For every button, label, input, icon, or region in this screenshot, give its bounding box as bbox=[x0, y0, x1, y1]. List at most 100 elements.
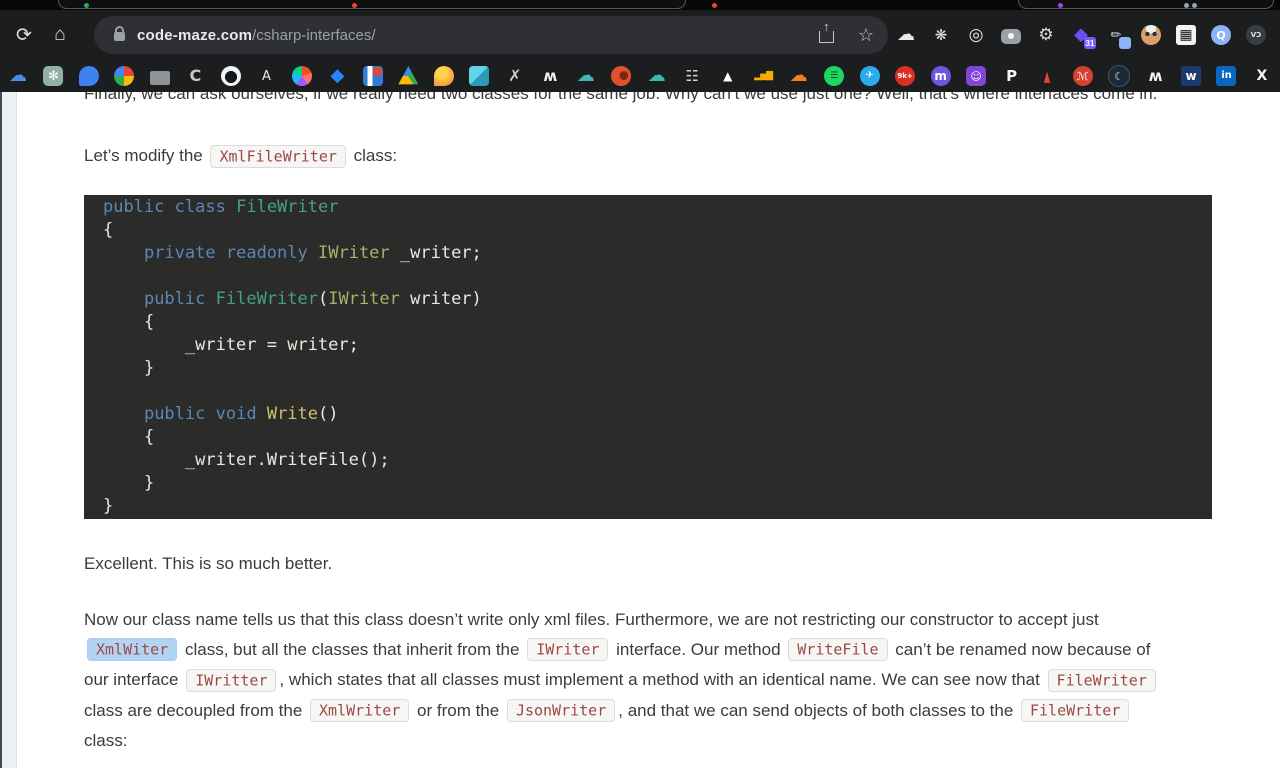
mastodon-bookmark-icon[interactable]: m bbox=[931, 66, 951, 86]
profile-vd-ext-icon[interactable]: VƆ bbox=[1246, 25, 1266, 45]
teal-cloud-bookmark-icon-glyph: ☁ bbox=[577, 67, 595, 85]
x-logo-bookmark-icon[interactable]: X bbox=[1252, 66, 1272, 86]
inline-code: IWritter bbox=[186, 669, 276, 692]
a-letter-bookmark-icon[interactable]: A bbox=[256, 66, 276, 86]
lock-icon[interactable] bbox=[114, 32, 125, 41]
cloud-sync-bookmark-icon[interactable]: ☁ bbox=[8, 66, 28, 86]
arcs-logo-bookmark-icon[interactable]: ʍ bbox=[540, 66, 560, 86]
url-host: code-maze.com bbox=[137, 27, 252, 44]
inline-code: WriteFile bbox=[788, 638, 887, 661]
teal-cloud-bookmark-icon[interactable]: ☁ bbox=[576, 66, 596, 86]
vercel-bookmark-icon[interactable]: ▲ bbox=[718, 66, 738, 86]
address-bar[interactable]: code-maze.com/csharp-interfaces/ ☆ bbox=[94, 16, 888, 54]
search-ext-icon[interactable]: Q bbox=[1211, 25, 1231, 45]
inline-code: FileWriter bbox=[1021, 699, 1129, 722]
linkedin-bookmark-icon-glyph: in bbox=[1221, 71, 1232, 81]
bookmark-star-icon[interactable]: ☆ bbox=[858, 26, 874, 44]
code-line: } bbox=[103, 495, 1212, 518]
purple-chat-bookmark-icon[interactable]: ☺ bbox=[966, 66, 986, 86]
medium-m-bookmark-icon[interactable]: ℳ bbox=[1073, 66, 1093, 86]
figma-bookmark-icon[interactable] bbox=[292, 66, 312, 86]
github-bookmark-icon[interactable] bbox=[221, 66, 241, 86]
analytics-bookmark-icon[interactable]: ▂▅▇ bbox=[753, 66, 773, 86]
browser-tab[interactable] bbox=[58, 0, 686, 9]
purple-chat-bookmark-icon-glyph: ☺ bbox=[970, 71, 981, 82]
drop-bookmark-icon[interactable] bbox=[434, 66, 454, 86]
arcs-logo-bookmark-icon-glyph: ʍ bbox=[543, 69, 557, 84]
inline-code: XmlWriter bbox=[310, 699, 409, 722]
calendar-ext-icon[interactable]: ◆31 bbox=[1071, 25, 1091, 45]
p-logo-bookmark-icon-glyph: P bbox=[1006, 69, 1017, 84]
reload-icon: ⟳ bbox=[16, 24, 32, 47]
react-ext-icon-glyph: ❋ bbox=[935, 28, 948, 43]
chatgpt-bookmark-icon[interactable]: ✻ bbox=[43, 66, 63, 86]
jira-bookmark-icon-glyph: ◆ bbox=[330, 67, 344, 85]
9k-badge-bookmark-icon[interactable]: 9k+ bbox=[895, 66, 915, 86]
cloudflare-bookmark-icon[interactable]: ☁ bbox=[789, 66, 809, 86]
code-line bbox=[103, 380, 1212, 403]
telegram-bookmark-icon-glyph: ✈ bbox=[865, 71, 873, 81]
pac-circle-bookmark-icon[interactable] bbox=[611, 66, 631, 86]
mastodon-bookmark-icon-glyph: m bbox=[934, 70, 947, 82]
target-circles-ext-icon[interactable]: ◎ bbox=[966, 25, 986, 45]
drive-bookmark-icon[interactable] bbox=[398, 66, 418, 86]
cloudflare-bookmark-icon-glyph: ☁ bbox=[790, 67, 808, 85]
code-line: _writer = writer; bbox=[103, 334, 1212, 357]
share-icon[interactable] bbox=[819, 31, 834, 43]
chatgpt-bookmark-icon-glyph: ✻ bbox=[48, 70, 59, 83]
cube-bookmark-icon[interactable] bbox=[469, 66, 489, 86]
telegram-bookmark-icon[interactable]: ✈ bbox=[860, 66, 880, 86]
w-square-bookmark-icon[interactable]: w bbox=[1181, 66, 1201, 86]
modify-paragraph: Let’s modify the XmlFileWriter class: bbox=[84, 141, 1212, 172]
face-ext-icon[interactable] bbox=[1141, 25, 1161, 45]
code-line: } bbox=[103, 472, 1212, 495]
analytics-bookmark-icon-glyph: ▂▅▇ bbox=[754, 72, 772, 81]
radio-tower-bookmark-icon-glyph: ▲ bbox=[1044, 69, 1050, 84]
arcs-logo2-bookmark-icon[interactable]: ʍ bbox=[1146, 66, 1166, 86]
inline-code: XmlFileWriter bbox=[210, 145, 345, 168]
x-logo-bookmark-icon-glyph: X bbox=[1257, 69, 1268, 83]
excellent-paragraph: Excellent. This is so much better. bbox=[84, 549, 1212, 579]
cloud-ext-icon[interactable]: ☁ bbox=[896, 25, 916, 45]
tab-favicon-dot bbox=[84, 3, 89, 8]
bookmarks-bar: ☁✻CA◆✗ʍ☁☁☷▲▂▅▇☁☰✈9k+m☺P▲ℳ☾ʍwinX bbox=[0, 60, 1280, 92]
camera-ext-icon[interactable]: ● bbox=[1001, 29, 1021, 44]
c-logo-bookmark-icon[interactable]: C bbox=[185, 66, 205, 86]
medium-m-bookmark-icon-glyph: ℳ bbox=[1077, 71, 1089, 82]
home-button[interactable]: ⌂ bbox=[46, 20, 74, 50]
code-block: public class FileWriter{ private readonl… bbox=[84, 195, 1212, 519]
vercel-bookmark-icon-glyph: ▲ bbox=[723, 70, 732, 82]
extension-row: ☁ ❋ ◎ ● ⚙ ◆31 ✏ ▦ Q VƆ bbox=[896, 25, 1270, 45]
inline-code: JsonWriter bbox=[507, 699, 615, 722]
x-strokes-bookmark-icon-glyph: ✗ bbox=[508, 68, 521, 84]
board-bookmark-icon[interactable] bbox=[363, 66, 383, 86]
browser-tab[interactable] bbox=[1018, 0, 1274, 9]
jira-bookmark-icon[interactable]: ◆ bbox=[327, 66, 347, 86]
pen-ext-icon[interactable]: ✏ bbox=[1106, 25, 1126, 45]
server-bookmark-icon[interactable]: ☷ bbox=[682, 66, 702, 86]
moon-circle-bookmark-icon[interactable]: ☾ bbox=[1108, 65, 1130, 87]
gear-ext-icon[interactable]: ⚙ bbox=[1036, 25, 1056, 45]
messages-bookmark-icon[interactable] bbox=[79, 66, 99, 86]
p-logo-bookmark-icon[interactable]: P bbox=[1002, 66, 1022, 86]
calendar-ext-icon-badge: 31 bbox=[1084, 37, 1096, 49]
qr-ext-icon[interactable]: ▦ bbox=[1176, 25, 1196, 45]
url-path: /csharp-interfaces/ bbox=[252, 27, 375, 44]
code-line: _writer.WriteFile(); bbox=[103, 449, 1212, 472]
code-line: private readonly IWriter _writer; bbox=[103, 242, 1212, 265]
reload-button[interactable]: ⟳ bbox=[10, 20, 38, 50]
pinwheel-bookmark-icon[interactable] bbox=[114, 66, 134, 86]
x-strokes-bookmark-icon[interactable]: ✗ bbox=[505, 66, 525, 86]
teal-cloud2-bookmark-icon[interactable]: ☁ bbox=[647, 66, 667, 86]
linkedin-bookmark-icon[interactable]: in bbox=[1216, 66, 1236, 86]
moon-circle-bookmark-icon-glyph: ☾ bbox=[1114, 71, 1124, 82]
a-letter-bookmark-icon-glyph: A bbox=[262, 70, 271, 83]
radio-tower-bookmark-icon[interactable]: ▲ bbox=[1042, 66, 1053, 86]
folder-bookmark-icon[interactable] bbox=[150, 71, 170, 85]
spotify-bookmark-icon[interactable]: ☰ bbox=[824, 66, 844, 86]
search-ext-icon-glyph: Q bbox=[1216, 30, 1225, 41]
teal-cloud2-bookmark-icon-glyph: ☁ bbox=[648, 67, 666, 85]
page-left-gutter bbox=[0, 92, 17, 768]
react-ext-icon[interactable]: ❋ bbox=[931, 25, 951, 45]
code-line bbox=[103, 265, 1212, 288]
